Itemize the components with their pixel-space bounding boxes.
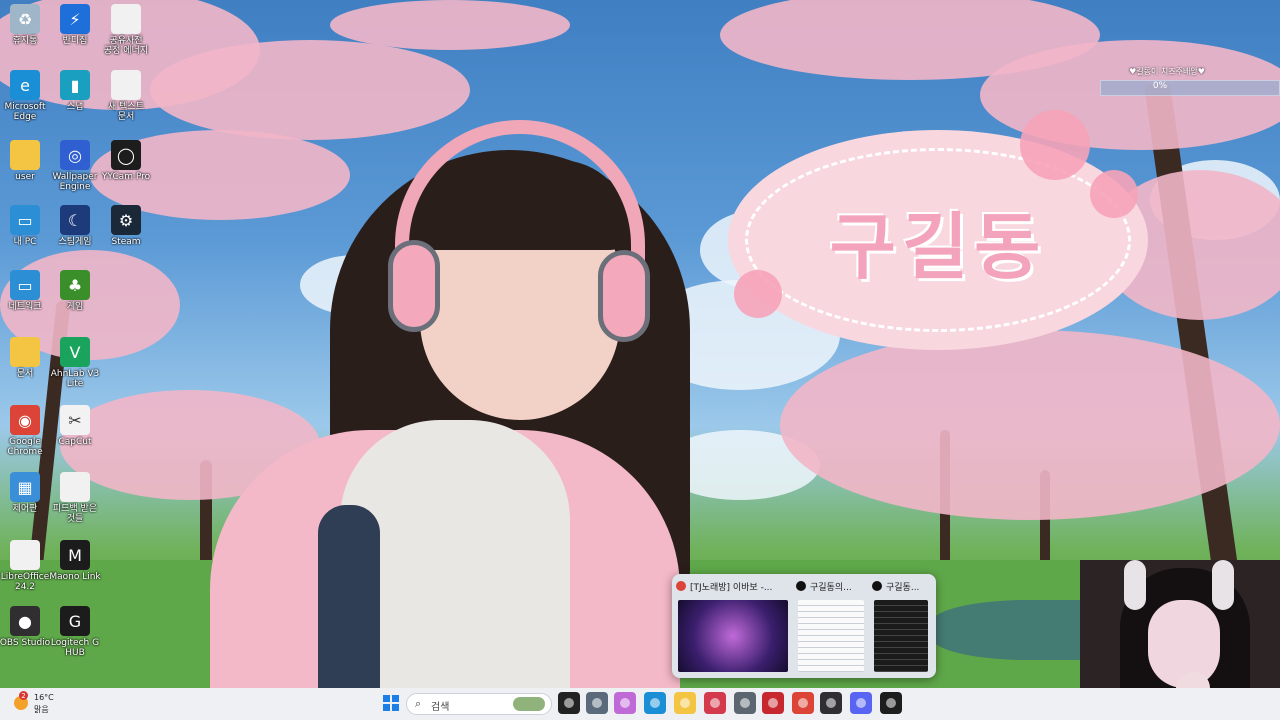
libreoffice-icon: [10, 540, 40, 570]
taskbar-preview-popup: [TJ노래방] 이바보 -... 구길동의... 구길동...: [672, 574, 936, 678]
folder-icon: [10, 337, 40, 367]
taskbar-snipping-button[interactable]: [704, 692, 726, 714]
control-panel-icon: ▦: [10, 472, 40, 502]
desktop-icon-label: YYCam Pro: [101, 172, 151, 182]
desktop-icon-label: CapCut: [58, 437, 92, 447]
bandizip-icon: ⚡: [60, 4, 90, 34]
steam-icon: ⚙: [111, 205, 141, 235]
app-icon: ▮: [60, 70, 90, 100]
discord-icon: [856, 698, 866, 708]
taskbar-calculator-button[interactable]: [586, 692, 608, 714]
preview-thumbnail: [798, 600, 864, 672]
app-icon: [872, 581, 882, 591]
yycam-icon: ◯: [111, 140, 141, 170]
desktop-icon-yycam[interactable]: ◯ YYCam Pro: [94, 138, 158, 204]
video-mixer-icon: [768, 698, 778, 708]
edge-icon: e: [10, 70, 40, 100]
tree-icon: ♣: [60, 270, 90, 300]
preview-thumbnail: [678, 600, 788, 672]
snipping-tool-icon: [710, 698, 720, 708]
desktop-icon-label: 새 텍스트 문서: [108, 102, 144, 122]
desktop-icon-feedback[interactable]: 피드백 받은 것들: [43, 470, 107, 536]
document-icon: [60, 472, 90, 502]
search-highlight-image: [513, 697, 545, 711]
taskbar-copilot-button[interactable]: [614, 692, 636, 714]
obs-icon: ●: [10, 606, 40, 636]
network-icon: ▭: [10, 270, 40, 300]
preview-thumbnail: [874, 600, 928, 672]
headphone-left-icon: [388, 240, 440, 332]
chrome-icon: ◉: [10, 405, 40, 435]
folder-icon: [680, 698, 690, 708]
recycle-bin-icon: ♻: [10, 4, 40, 34]
taskbar-explorer-button[interactable]: [674, 692, 696, 714]
chrome-icon: [676, 581, 686, 591]
windows-start-icon: [383, 695, 399, 711]
task-view-icon: [564, 698, 574, 708]
taskbar: [0, 688, 1280, 720]
preview-item-app-2[interactable]: 구길동...: [872, 578, 932, 674]
desktop-icon-game[interactable]: ♣ 게임: [43, 268, 107, 334]
desktop-icon-label: Steam: [111, 237, 141, 247]
headphone-right-icon: [598, 250, 650, 342]
desktop-icon-logitech[interactable]: G Logitech G HUB: [43, 604, 107, 670]
taskbar-edge-button[interactable]: [644, 692, 666, 714]
taskbar-obs-button[interactable]: [820, 692, 842, 714]
yycam-icon: [886, 698, 896, 708]
edge-icon: [650, 698, 660, 708]
desktop-icon-maono[interactable]: M Maono Link: [43, 538, 107, 604]
desktop-icon-label: 공유사전 공정 에너지: [103, 36, 149, 56]
capcut-icon: ✂: [60, 405, 90, 435]
maono-icon: M: [60, 540, 90, 570]
obs-icon: [826, 698, 836, 708]
taskbar-settings-button[interactable]: [734, 692, 756, 714]
moon-icon: ☾: [60, 205, 90, 235]
preview-item-app-1[interactable]: 구길동의...: [796, 578, 866, 674]
widget-percent: 0%: [1152, 81, 1168, 91]
preview-item-chrome[interactable]: [TJ노래방] 이바보 -...: [676, 578, 790, 674]
desktop-icon-doc2[interactable]: 새 텍스트 문서: [94, 68, 158, 134]
text-document-icon: [111, 70, 141, 100]
notification-badge: 2: [19, 691, 28, 700]
wallpaper-engine-icon: ◎: [60, 140, 90, 170]
taskbar-vmix-button[interactable]: [762, 692, 784, 714]
desktop-icon-label: 피드백 받은 것들: [52, 504, 98, 524]
backpack-strap: [318, 505, 380, 688]
desktop-icon-steam[interactable]: ⚙ Steam: [94, 203, 158, 269]
desktop-icon-label: Maono Link: [49, 572, 101, 582]
search-icon: ⌕: [415, 697, 422, 710]
folder-icon: [10, 140, 40, 170]
desktop-icon-capcut[interactable]: ✂ CapCut: [43, 403, 107, 469]
app-icon: [796, 581, 806, 591]
desktop-icon-label: 게임: [66, 302, 84, 312]
taskbar-task-view-button[interactable]: [558, 692, 580, 714]
taskbar-discord-button[interactable]: [850, 692, 872, 714]
start-button[interactable]: [380, 692, 402, 714]
copilot-icon: [620, 698, 630, 708]
logitech-icon: G: [60, 606, 90, 636]
chrome-icon: [798, 698, 808, 708]
desktop-icon-label: Logitech G HUB: [50, 638, 100, 658]
desktop-icon-ahnlab[interactable]: V AhnLab V3 Lite: [43, 335, 107, 401]
computer-icon: ▭: [10, 205, 40, 235]
taskbar-chrome-button[interactable]: [792, 692, 814, 714]
taskbar-search[interactable]: ⌕ 검색: [406, 693, 552, 715]
banner-text: 구길동: [829, 204, 1047, 289]
gear-icon: [740, 698, 750, 708]
widget-title: ♥길동이 치즈주배앙♥: [1129, 67, 1205, 76]
desktop-icon-doc1[interactable]: 공유사전 공정 에너지: [94, 2, 158, 68]
ahnlab-icon: V: [60, 337, 90, 367]
taskbar-yycam-button[interactable]: [880, 692, 902, 714]
document-icon: [111, 4, 141, 34]
desktop-icon-label: AhnLab V3 Lite: [50, 369, 100, 389]
calculator-icon: [592, 698, 602, 708]
